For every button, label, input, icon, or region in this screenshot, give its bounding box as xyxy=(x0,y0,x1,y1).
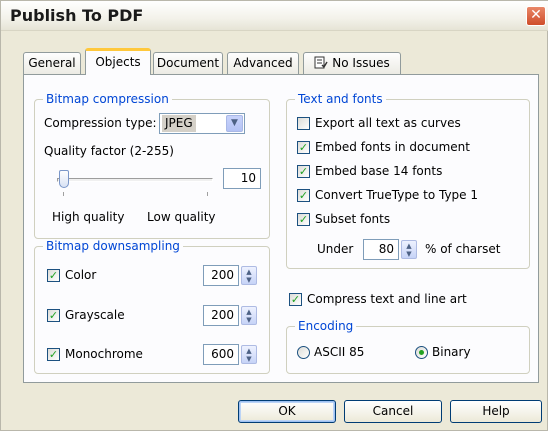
color-label: Color xyxy=(65,268,97,282)
close-icon: ✕ xyxy=(530,7,542,23)
spin-up-icon: ▲ xyxy=(406,242,412,250)
low-quality-label: Low quality xyxy=(147,210,216,224)
compression-type-value: JPEG xyxy=(162,115,196,132)
convert-truetype-label: Convert TrueType to Type 1 xyxy=(315,188,479,202)
grayscale-dpi-input[interactable]: 200 xyxy=(203,305,239,326)
spin-down-icon: ▼ xyxy=(246,355,252,363)
tab-general[interactable]: General xyxy=(23,52,81,74)
binary-radio[interactable] xyxy=(415,346,428,359)
subset-fonts-checkbox[interactable]: ✓ xyxy=(297,213,310,226)
grayscale-dpi-spinner[interactable]: ▲ ▼ xyxy=(241,306,257,325)
embed-base14-checkbox[interactable]: ✓ xyxy=(297,165,310,178)
dialog-title: Publish To PDF xyxy=(10,6,144,25)
compression-type-select[interactable]: JPEG ▼ xyxy=(159,113,245,134)
text-and-fonts-group: Text and fonts Export all text as curves… xyxy=(286,92,530,269)
spin-down-icon: ▼ xyxy=(246,276,252,284)
embed-fonts-label: Embed fonts in document xyxy=(315,140,470,154)
monochrome-label: Monochrome xyxy=(65,347,143,361)
spin-up-icon: ▲ xyxy=(246,347,252,355)
embed-base14-label: Embed base 14 fonts xyxy=(315,164,443,178)
embed-fonts-checkbox[interactable]: ✓ xyxy=(297,141,310,154)
group-title: Bitmap downsampling xyxy=(43,239,183,253)
encoding-group: Encoding ASCII 85 Binary xyxy=(286,319,530,374)
color-dpi-spinner[interactable]: ▲ ▼ xyxy=(241,266,257,285)
checkmark-icon: ✓ xyxy=(298,189,309,202)
group-title: Encoding xyxy=(295,319,357,333)
publish-to-pdf-dialog: Publish To PDF ✕ General Objects Documen… xyxy=(0,0,548,431)
tab-label: General xyxy=(28,56,76,70)
ascii85-radio[interactable] xyxy=(297,346,310,359)
tab-label: Document xyxy=(156,56,220,70)
spin-down-icon: ▼ xyxy=(246,316,252,324)
objects-tab-panel: Bitmap compression Compression type: JPE… xyxy=(23,74,539,383)
group-title: Bitmap compression xyxy=(43,92,172,106)
checkmark-icon: ✓ xyxy=(48,309,59,322)
checkmark-icon: ✓ xyxy=(298,213,309,226)
issues-icon xyxy=(314,56,328,69)
spin-down-icon: ▼ xyxy=(406,250,412,258)
tab-advanced[interactable]: Advanced xyxy=(227,52,299,74)
high-quality-label: High quality xyxy=(52,210,125,224)
grayscale-checkbox[interactable]: ✓ xyxy=(47,309,60,322)
quality-slider-track[interactable] xyxy=(57,178,213,182)
dropdown-button[interactable]: ▼ xyxy=(226,115,243,132)
chevron-down-icon: ▼ xyxy=(231,118,238,128)
checkmark-icon: ✓ xyxy=(298,165,309,178)
tab-label: Advanced xyxy=(233,56,293,70)
slider-tick xyxy=(207,192,208,196)
group-title: Text and fonts xyxy=(295,92,386,106)
spin-up-icon: ▲ xyxy=(246,268,252,276)
cancel-button[interactable]: Cancel xyxy=(344,400,442,423)
tab-label: Objects xyxy=(95,55,141,69)
tab-document[interactable]: Document xyxy=(153,52,223,74)
checkmark-icon: ✓ xyxy=(48,269,59,282)
subset-threshold-spinner[interactable]: ▲ ▼ xyxy=(401,240,417,259)
binary-label: Binary xyxy=(432,345,471,359)
tab-objects[interactable]: Objects xyxy=(85,48,151,75)
ascii85-label: ASCII 85 xyxy=(314,345,365,359)
monochrome-dpi-spinner[interactable]: ▲ ▼ xyxy=(241,345,257,364)
bitmap-downsampling-group: Bitmap downsampling ✓ Color 200 ▲ ▼ ✓ Gr… xyxy=(34,239,270,374)
monochrome-checkbox[interactable]: ✓ xyxy=(47,348,60,361)
help-button[interactable]: Help xyxy=(450,400,542,423)
slider-tick xyxy=(63,192,64,196)
compression-type-label: Compression type: xyxy=(44,116,157,130)
compress-text-label: Compress text and line art xyxy=(307,292,467,306)
monochrome-dpi-input[interactable]: 600 xyxy=(203,344,239,365)
grayscale-label: Grayscale xyxy=(65,308,125,322)
close-button[interactable]: ✕ xyxy=(526,6,546,26)
tab-label: No Issues xyxy=(332,56,390,70)
checkmark-icon: ✓ xyxy=(48,348,59,361)
checkmark-icon: ✓ xyxy=(298,141,309,154)
quality-factor-input[interactable]: 10 xyxy=(223,168,261,189)
subset-threshold-input[interactable]: 80 xyxy=(363,239,399,260)
compress-text-checkbox[interactable]: ✓ xyxy=(289,293,302,306)
checkmark-icon: ✓ xyxy=(290,293,301,306)
quality-slider-thumb[interactable] xyxy=(59,170,69,188)
color-dpi-input[interactable]: 200 xyxy=(203,265,239,286)
tab-no-issues[interactable]: No Issues xyxy=(303,52,401,74)
export-text-curves-label: Export all text as curves xyxy=(315,116,461,130)
color-checkbox[interactable]: ✓ xyxy=(47,269,60,282)
spin-up-icon: ▲ xyxy=(246,308,252,316)
charset-label: % of charset xyxy=(425,242,501,256)
subset-fonts-label: Subset fonts xyxy=(315,212,391,226)
convert-truetype-checkbox[interactable]: ✓ xyxy=(297,189,310,202)
ok-button[interactable]: OK xyxy=(238,400,336,423)
bitmap-compression-group: Bitmap compression Compression type: JPE… xyxy=(34,92,270,239)
quality-factor-label: Quality factor (2-255) xyxy=(44,144,174,158)
title-bar[interactable]: Publish To PDF ✕ xyxy=(1,1,548,31)
radio-selected-dot xyxy=(419,350,424,355)
export-text-curves-checkbox[interactable] xyxy=(297,117,310,130)
under-label: Under xyxy=(317,242,354,256)
